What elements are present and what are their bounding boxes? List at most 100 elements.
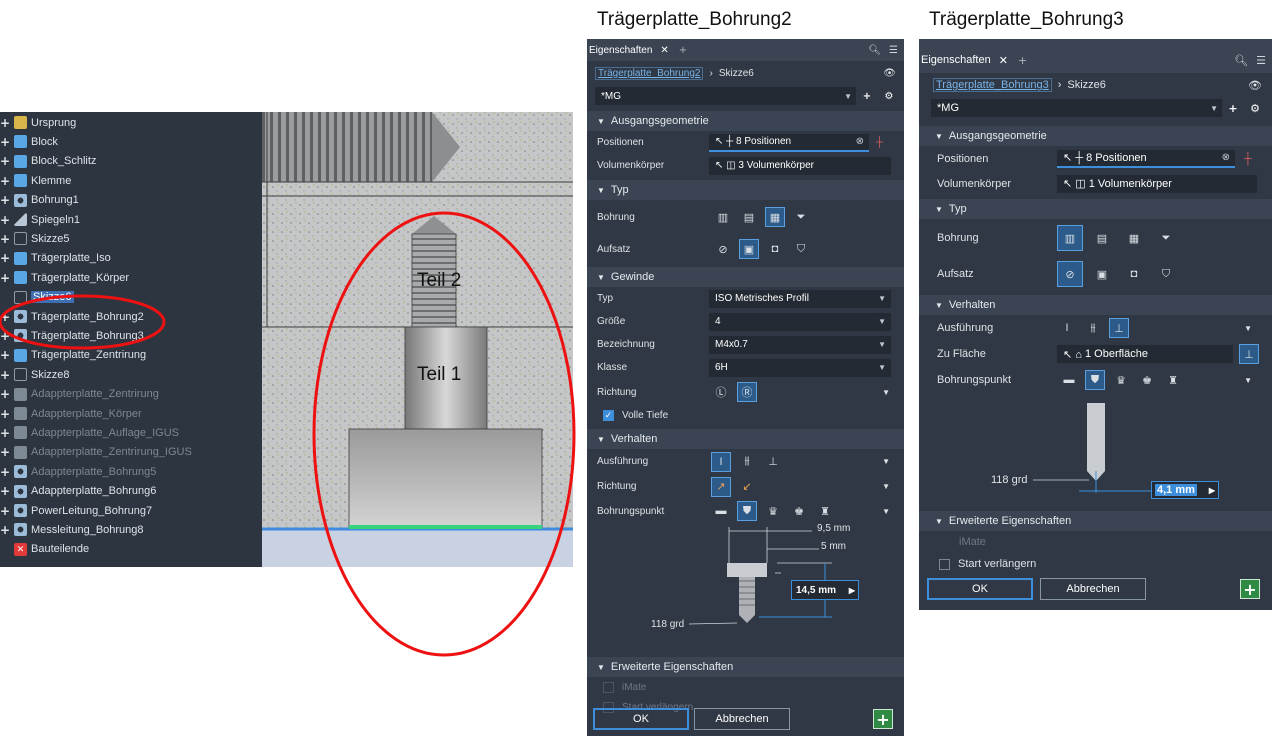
clearance-hole-icon[interactable]: ▤: [1089, 225, 1115, 251]
tree-item[interactable]: + Trägerplatte_Bohrung2: [0, 307, 262, 326]
visibility-eye-icon[interactable]: 👁︎: [883, 68, 896, 79]
section-advanced[interactable]: ▼ Erweiterte Eigenschaften: [587, 657, 904, 677]
tree-item[interactable]: + Klemme: [0, 171, 262, 190]
no-seat-icon[interactable]: ⊘: [713, 239, 733, 259]
tapped-hole-icon[interactable]: ▦: [1121, 225, 1147, 251]
chevron-right-icon[interactable]: ▶: [849, 586, 855, 595]
tree-item[interactable]: + Ursprung: [0, 113, 262, 132]
expand-plus-icon[interactable]: +: [0, 251, 10, 265]
chevron-down-icon[interactable]: ▼: [882, 388, 890, 397]
breadcrumb-sketch[interactable]: Skizze6: [719, 68, 754, 79]
expand-plus-icon[interactable]: +: [0, 154, 10, 168]
thread-type-dropdown[interactable]: ISO Metrisches Profil ▼: [709, 289, 891, 308]
right-hand-thread-icon[interactable]: Ⓡ: [737, 382, 757, 402]
tree-item[interactable]: + Adappterplatte_Zentrirung_IGUS: [0, 443, 262, 462]
close-icon[interactable]: ✕: [660, 45, 668, 56]
search-icon[interactable]: 🔍︎: [1234, 54, 1248, 67]
add-preset-icon[interactable]: +: [1222, 102, 1244, 115]
expand-plus-icon[interactable]: +: [0, 445, 10, 459]
expand-plus-icon[interactable]: +: [0, 407, 10, 421]
full-depth-checkbox[interactable]: ✓ Volle Tiefe: [603, 409, 668, 421]
chevron-down-icon[interactable]: ▼: [882, 457, 890, 466]
chevron-down-icon[interactable]: ▼: [882, 482, 890, 491]
expand-plus-icon[interactable]: +: [0, 387, 10, 401]
add-preset-icon[interactable]: +: [856, 91, 878, 102]
tree-item[interactable]: + Bohrung1: [0, 191, 262, 210]
through-all-icon[interactable]: ⫵: [1083, 318, 1103, 338]
to-icon[interactable]: ⊥: [1109, 318, 1129, 338]
to-face-field[interactable]: ↖ ⌂ 1 Oberfläche: [1057, 345, 1233, 363]
left-hand-thread-icon[interactable]: Ⓛ: [711, 382, 731, 402]
expand-plus-icon[interactable]: +: [0, 348, 10, 362]
tree-item[interactable]: + Block: [0, 132, 262, 151]
add-point-icon[interactable]: ┼: [876, 137, 883, 148]
chevron-down-icon[interactable]: ▼: [882, 507, 890, 516]
expand-plus-icon[interactable]: +: [0, 193, 10, 207]
extend-start-checkbox[interactable]: Start verlängern: [939, 558, 1036, 570]
section-type[interactable]: ▼ Typ: [919, 199, 1272, 219]
designation-dropdown[interactable]: M4x0.7 ▼: [709, 335, 891, 354]
tapped-hole-icon[interactable]: ▦: [765, 207, 785, 227]
gear-icon[interactable]: ⚙: [1244, 102, 1266, 115]
ok-button[interactable]: OK: [593, 708, 689, 730]
breadcrumb-feature-link[interactable]: Trägerplatte_Bohrung3: [933, 78, 1052, 92]
class-dropdown[interactable]: 6H ▼: [709, 358, 891, 377]
distance-icon[interactable]: I: [711, 451, 731, 472]
taper-tapped-hole-icon[interactable]: ⏷: [1153, 225, 1179, 251]
simple-hole-icon[interactable]: ▥: [1057, 225, 1083, 251]
imate-checkbox[interactable]: iMate: [603, 681, 646, 693]
flip-direction-icon[interactable]: ↙: [737, 477, 757, 497]
depth-input[interactable]: 4,1 mm ▶: [1151, 481, 1219, 499]
bodies-field[interactable]: ↖ ◫ 3 Volumenkörper: [709, 156, 891, 175]
section-behavior[interactable]: ▼ Verhalten: [587, 429, 904, 449]
counterbore-icon[interactable]: ▣: [739, 239, 759, 259]
visibility-eye-icon[interactable]: 👁︎: [1248, 79, 1262, 92]
no-seat-icon[interactable]: ⊘: [1057, 261, 1083, 287]
drill-option-5-icon[interactable]: ♜: [1163, 370, 1183, 390]
clear-icon[interactable]: ⊗: [1222, 152, 1230, 163]
taper-tapped-hole-icon[interactable]: ⏷: [791, 207, 811, 227]
tree-item[interactable]: + Adappterplatte_Körper: [0, 404, 262, 423]
tree-item[interactable]: + Trägerplatte_Iso: [0, 249, 262, 268]
expand-plus-icon[interactable]: +: [0, 232, 10, 246]
add-tab-icon[interactable]: +: [1018, 54, 1027, 67]
extend-face-icon[interactable]: ⊥: [1239, 344, 1259, 364]
counterbore-icon[interactable]: ▣: [1089, 261, 1115, 287]
expand-plus-icon[interactable]: +: [0, 465, 10, 479]
tree-item[interactable]: + Adappterplatte_Bohrung6: [0, 482, 262, 501]
expand-plus-icon[interactable]: +: [0, 135, 10, 149]
expand-plus-icon[interactable]: +: [0, 504, 10, 518]
tree-item[interactable]: + PowerLeitung_Bohrung7: [0, 501, 262, 520]
breadcrumb-sketch[interactable]: Skizze6: [1067, 79, 1106, 91]
tab-properties[interactable]: Eigenschaften: [589, 45, 652, 56]
tree-item[interactable]: + Trägerplatte_Zentrirung: [0, 346, 262, 365]
breadcrumb-feature-link[interactable]: Trägerplatte_Bohrung2: [595, 66, 704, 80]
angle-drill-icon[interactable]: ⛊: [737, 501, 757, 521]
drill-option-4-icon[interactable]: ♚: [1137, 370, 1157, 390]
angle-drill-icon[interactable]: ⛊: [1085, 370, 1105, 390]
chevron-down-icon[interactable]: ▼: [1244, 324, 1252, 333]
simple-hole-icon[interactable]: ▥: [713, 207, 733, 227]
tree-item[interactable]: + Skizze5: [0, 229, 262, 248]
tree-item[interactable]: + Adappterplatte_Bohrung5: [0, 462, 262, 481]
tree-item[interactable]: + Spiegeln1: [0, 210, 262, 229]
tree-item[interactable]: ✕ Bauteilende: [0, 540, 262, 559]
size-dropdown[interactable]: 4 ▼: [709, 312, 891, 331]
clear-icon[interactable]: ⊗: [856, 136, 864, 147]
drill-option-3-icon[interactable]: ♛: [1111, 370, 1131, 390]
countersink-icon[interactable]: ⛉: [1153, 261, 1179, 287]
chevron-right-icon[interactable]: ▶: [1209, 486, 1215, 495]
expand-plus-icon[interactable]: +: [0, 174, 10, 188]
preset-dropdown[interactable]: *MG ▼: [931, 99, 1222, 117]
drill-option-3-icon[interactable]: ♛: [763, 501, 783, 521]
tree-item[interactable]: + Adappterplatte_Auflage_IGUS: [0, 423, 262, 442]
tree-item[interactable]: + Trägerplatte_Bohrung3: [0, 326, 262, 345]
preset-dropdown[interactable]: *MG ▼: [595, 87, 856, 105]
ok-button[interactable]: OK: [927, 578, 1033, 600]
spotface-icon[interactable]: ◘: [765, 239, 785, 259]
close-icon[interactable]: ✕: [999, 54, 1008, 67]
countersink-icon[interactable]: ⛉: [791, 239, 811, 259]
apply-plus-button[interactable]: +: [873, 709, 893, 729]
apply-plus-button[interactable]: +: [1240, 579, 1260, 599]
tree-item[interactable]: + Adappterplatte_Zentrirung: [0, 385, 262, 404]
